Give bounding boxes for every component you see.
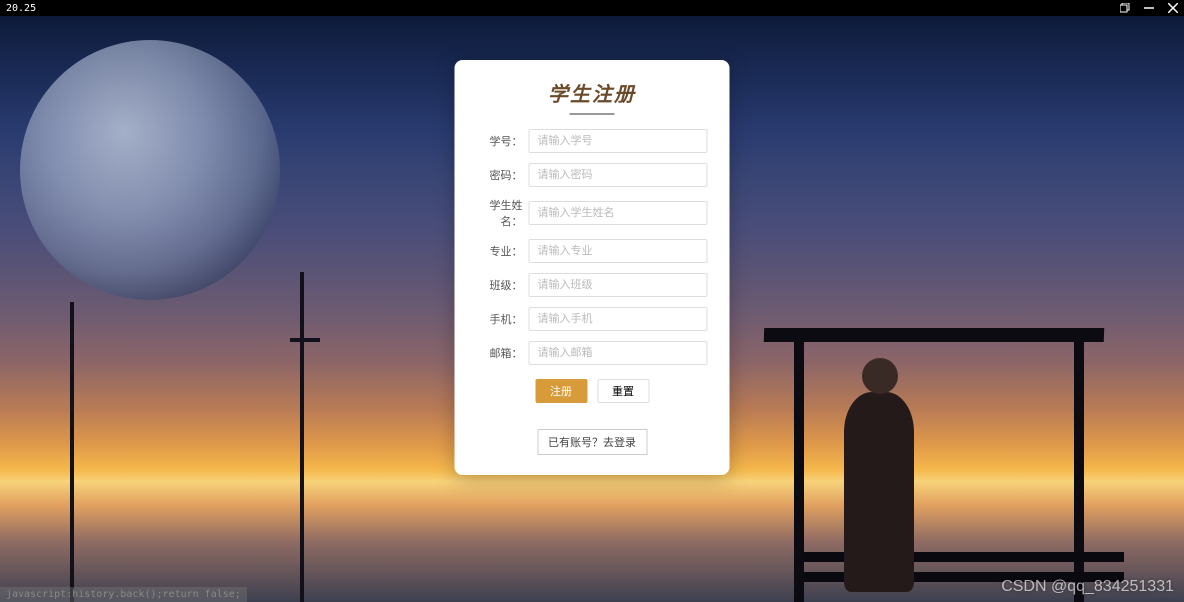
restore-icon[interactable] [1120,3,1130,13]
row-major: 专业： [477,239,708,263]
moon-decor [20,40,280,300]
row-password: 密码： [477,163,708,187]
label-phone: 手机： [477,311,529,327]
login-link[interactable]: 已有账号？去登录 [537,429,647,455]
label-email: 邮箱： [477,345,529,361]
label-student-name: 学生姓名： [477,197,529,229]
input-student-name[interactable] [529,201,708,225]
close-icon[interactable] [1168,3,1178,13]
input-email[interactable] [529,341,708,365]
input-password[interactable] [529,163,708,187]
titlebar-left: 20.25 [6,3,36,14]
login-link-row: 已有账号？去登录 [477,429,708,455]
watermark: CSDN @qq_834251331 [1001,578,1174,596]
row-student-id: 学号： [477,129,708,153]
register-card: 学生注册 学号： 密码： 学生姓名： 专业： 班级： 手机： 邮箱： 注册 重置… [455,60,730,475]
status-bar: javascript:history.back();return false; [0,587,247,602]
label-major: 专业： [477,243,529,259]
button-row: 注册 重置 [477,379,708,403]
label-class: 班级： [477,277,529,293]
row-email: 邮箱： [477,341,708,365]
input-major[interactable] [529,239,708,263]
reset-button[interactable]: 重置 [597,379,649,403]
input-student-id[interactable] [529,129,708,153]
input-class[interactable] [529,273,708,297]
register-button[interactable]: 注册 [535,379,587,403]
label-student-id: 学号： [477,133,529,149]
card-title: 学生注册 [477,78,708,107]
minimize-icon[interactable] [1144,3,1154,13]
window-titlebar: 20.25 [0,0,1184,16]
row-class: 班级： [477,273,708,297]
input-phone[interactable] [529,307,708,331]
row-student-name: 学生姓名： [477,197,708,229]
label-password: 密码： [477,167,529,183]
title-underline [570,113,615,115]
row-phone: 手机： [477,307,708,331]
